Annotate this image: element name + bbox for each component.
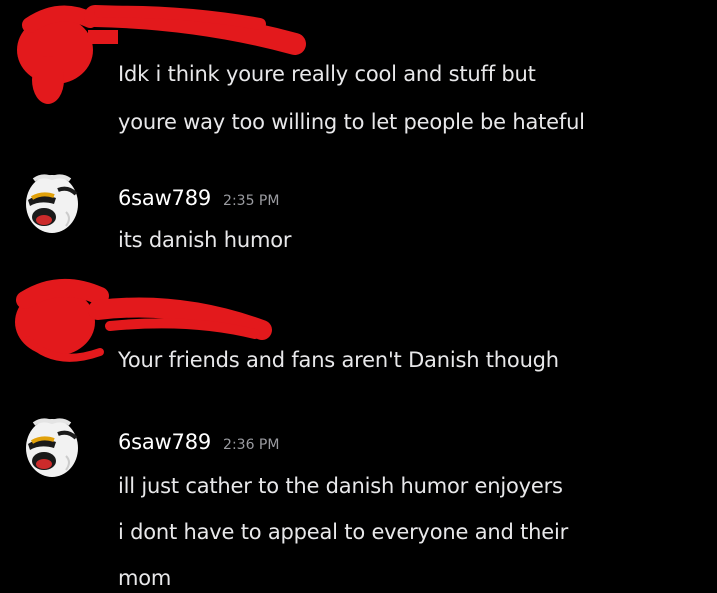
redaction-scribble-1 [17,5,306,104]
redaction-overlay [15,5,306,362]
redaction-scribble-2 [15,279,272,362]
chat-log: Idk i think youre really cool and stuff … [0,0,717,593]
